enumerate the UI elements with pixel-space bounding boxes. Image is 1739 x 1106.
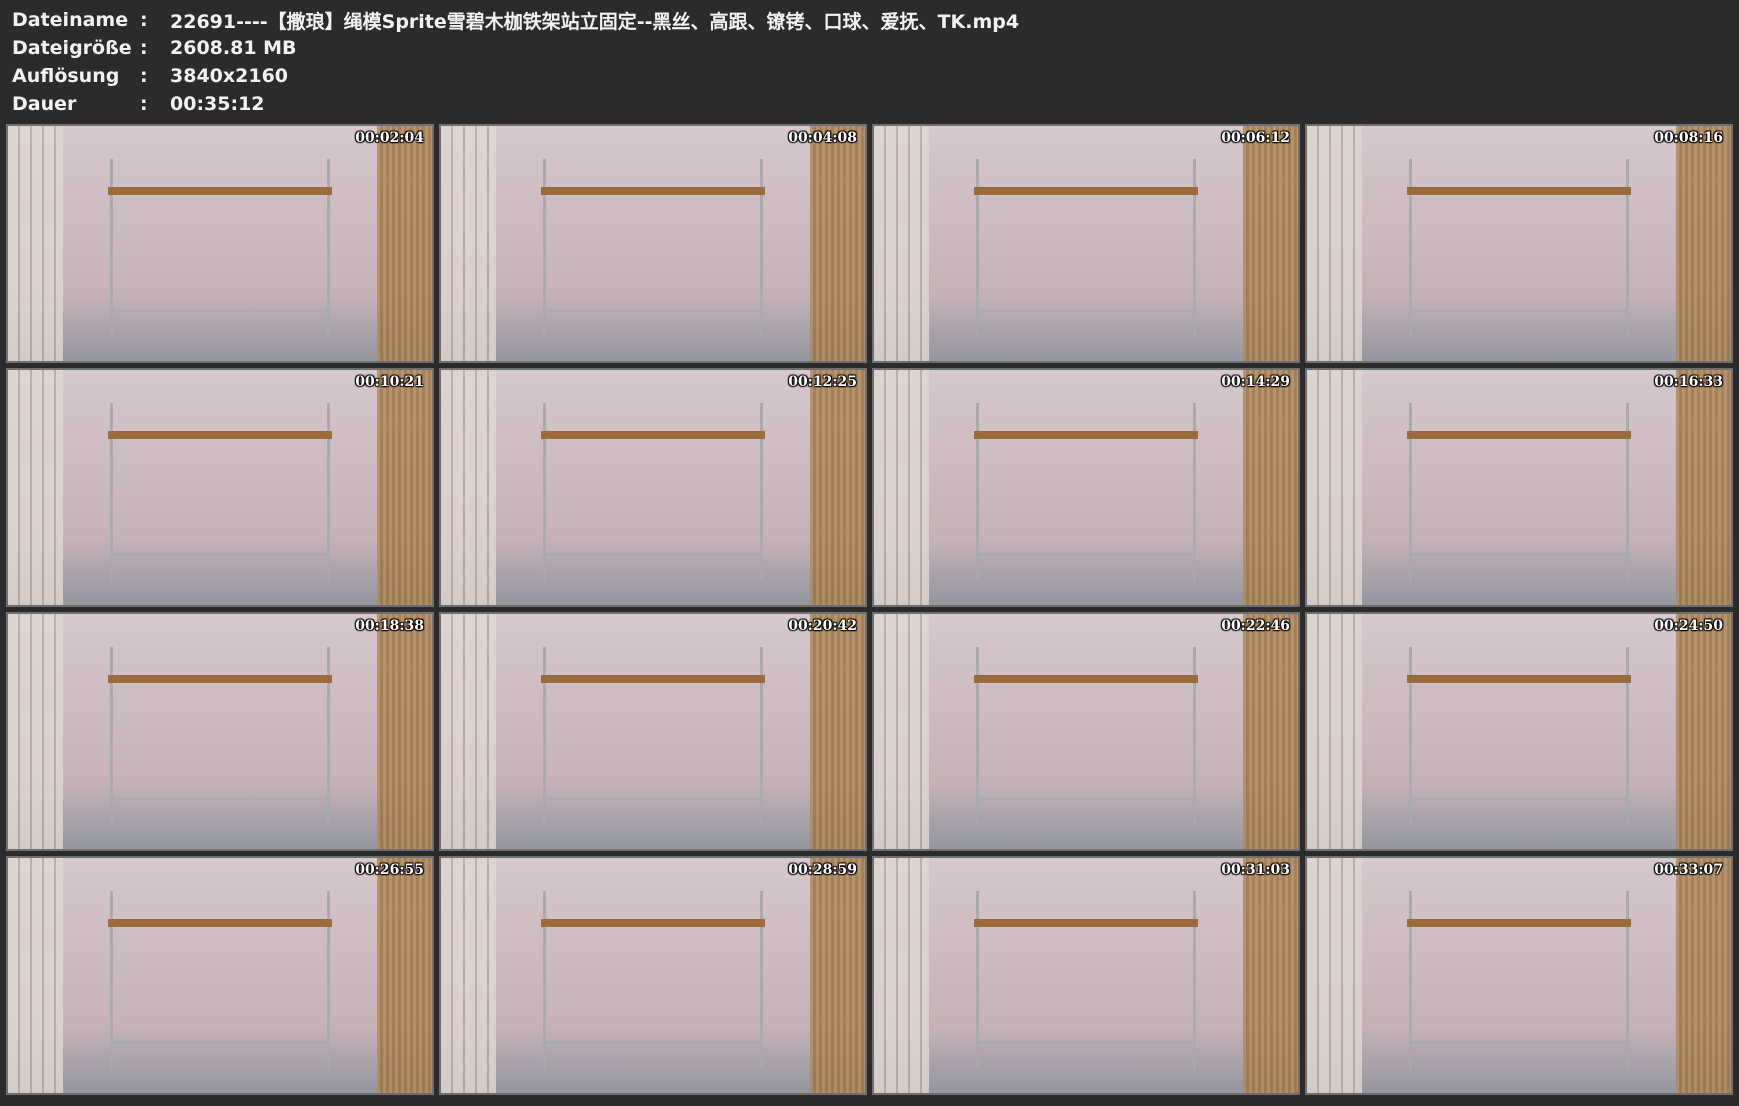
duration-value: 00:35:12 bbox=[170, 93, 265, 115]
contact-sheet: Dateiname : 22691----【撒琅】绳模Sprite雪碧木枷铁架站… bbox=[0, 0, 1739, 1106]
thumbnail-timestamp: 00:10:21 bbox=[355, 374, 424, 390]
stand-frame-shape bbox=[974, 890, 1198, 1070]
video-thumbnail: 00:12:25 bbox=[439, 368, 867, 607]
thumbnail-timestamp: 00:18:38 bbox=[355, 618, 424, 634]
thumbnail-timestamp: 00:08:16 bbox=[1654, 130, 1723, 146]
stand-frame-shape bbox=[1407, 402, 1631, 582]
video-thumbnail: 00:31:03 bbox=[872, 856, 1300, 1095]
video-thumbnail: 00:20:42 bbox=[439, 612, 867, 851]
video-thumbnail: 00:33:07 bbox=[1305, 856, 1733, 1095]
thumbnail-timestamp: 00:26:55 bbox=[355, 862, 424, 878]
separator: : bbox=[140, 37, 148, 59]
thumbnail-placeholder bbox=[441, 126, 865, 361]
thumbnail-timestamp: 00:33:07 bbox=[1654, 862, 1723, 878]
video-thumbnail: 00:08:16 bbox=[1305, 124, 1733, 363]
video-thumbnail: 00:18:38 bbox=[6, 612, 434, 851]
stand-frame-shape bbox=[108, 890, 332, 1070]
thumbnail-placeholder bbox=[874, 614, 1298, 849]
duration-label: Dauer bbox=[12, 93, 77, 115]
stand-frame-shape bbox=[541, 646, 765, 826]
resolution-label: Auflösung bbox=[12, 65, 120, 87]
thumbnail-placeholder bbox=[8, 614, 432, 849]
filesize-row: Dateigröße : 2608.81 MB bbox=[12, 34, 1712, 62]
stand-frame-shape bbox=[1407, 890, 1631, 1070]
video-thumbnail: 00:28:59 bbox=[439, 856, 867, 1095]
thumbnail-placeholder bbox=[441, 370, 865, 605]
separator: : bbox=[140, 9, 148, 31]
filesize-value: 2608.81 MB bbox=[170, 37, 297, 59]
video-thumbnail: 00:04:08 bbox=[439, 124, 867, 363]
separator: : bbox=[140, 93, 148, 115]
video-thumbnail: 00:22:46 bbox=[872, 612, 1300, 851]
stand-frame-shape bbox=[974, 646, 1198, 826]
stand-frame-shape bbox=[108, 646, 332, 826]
resolution-row: Auflösung : 3840x2160 bbox=[12, 62, 1712, 90]
video-thumbnail: 00:24:50 bbox=[1305, 612, 1733, 851]
thumbnail-placeholder bbox=[1307, 614, 1731, 849]
stand-frame-shape bbox=[108, 158, 332, 338]
thumbnail-placeholder bbox=[874, 370, 1298, 605]
thumbnail-timestamp: 00:28:59 bbox=[788, 862, 857, 878]
thumbnail-timestamp: 00:02:04 bbox=[355, 130, 424, 146]
thumbnail-timestamp: 00:22:46 bbox=[1221, 618, 1290, 634]
video-thumbnail: 00:14:29 bbox=[872, 368, 1300, 607]
thumbnail-timestamp: 00:12:25 bbox=[788, 374, 857, 390]
thumbnail-placeholder bbox=[8, 370, 432, 605]
thumbnail-placeholder bbox=[1307, 858, 1731, 1093]
video-thumbnail: 00:06:12 bbox=[872, 124, 1300, 363]
video-thumbnail: 00:16:33 bbox=[1305, 368, 1733, 607]
thumbnail-placeholder bbox=[1307, 126, 1731, 361]
thumbnail-timestamp: 00:20:42 bbox=[788, 618, 857, 634]
video-thumbnail: 00:10:21 bbox=[6, 368, 434, 607]
video-thumbnail: 00:02:04 bbox=[6, 124, 434, 363]
thumbnail-timestamp: 00:31:03 bbox=[1221, 862, 1290, 878]
thumbnail-grid: 00:02:04 00:04:08 00:06:12 00:08:16 00:1… bbox=[6, 124, 1736, 1102]
thumbnail-timestamp: 00:24:50 bbox=[1654, 618, 1723, 634]
thumbnail-timestamp: 00:14:29 bbox=[1221, 374, 1290, 390]
thumbnail-placeholder bbox=[441, 858, 865, 1093]
stand-frame-shape bbox=[1407, 158, 1631, 338]
thumbnail-timestamp: 00:06:12 bbox=[1221, 130, 1290, 146]
duration-row: Dauer : 00:35:12 bbox=[12, 90, 1712, 118]
stand-frame-shape bbox=[1407, 646, 1631, 826]
stand-frame-shape bbox=[108, 402, 332, 582]
thumbnail-placeholder bbox=[874, 858, 1298, 1093]
filename-row: Dateiname : 22691----【撒琅】绳模Sprite雪碧木枷铁架站… bbox=[12, 6, 1712, 34]
thumbnail-placeholder bbox=[874, 126, 1298, 361]
separator: : bbox=[140, 65, 148, 87]
stand-frame-shape bbox=[541, 402, 765, 582]
stand-frame-shape bbox=[541, 158, 765, 338]
thumbnail-timestamp: 00:16:33 bbox=[1654, 374, 1723, 390]
filename-value: 22691----【撒琅】绳模Sprite雪碧木枷铁架站立固定--黑丝、高跟、镣… bbox=[170, 10, 1020, 33]
file-metadata: Dateiname : 22691----【撒琅】绳模Sprite雪碧木枷铁架站… bbox=[12, 6, 1712, 118]
stand-frame-shape bbox=[974, 402, 1198, 582]
filename-label: Dateiname bbox=[12, 9, 129, 31]
thumbnail-placeholder bbox=[1307, 370, 1731, 605]
thumbnail-placeholder bbox=[8, 126, 432, 361]
thumbnail-placeholder bbox=[8, 858, 432, 1093]
thumbnail-placeholder bbox=[441, 614, 865, 849]
video-thumbnail: 00:26:55 bbox=[6, 856, 434, 1095]
stand-frame-shape bbox=[541, 890, 765, 1070]
resolution-value: 3840x2160 bbox=[170, 65, 289, 87]
thumbnail-timestamp: 00:04:08 bbox=[788, 130, 857, 146]
stand-frame-shape bbox=[974, 158, 1198, 338]
filesize-label: Dateigröße bbox=[12, 37, 132, 59]
